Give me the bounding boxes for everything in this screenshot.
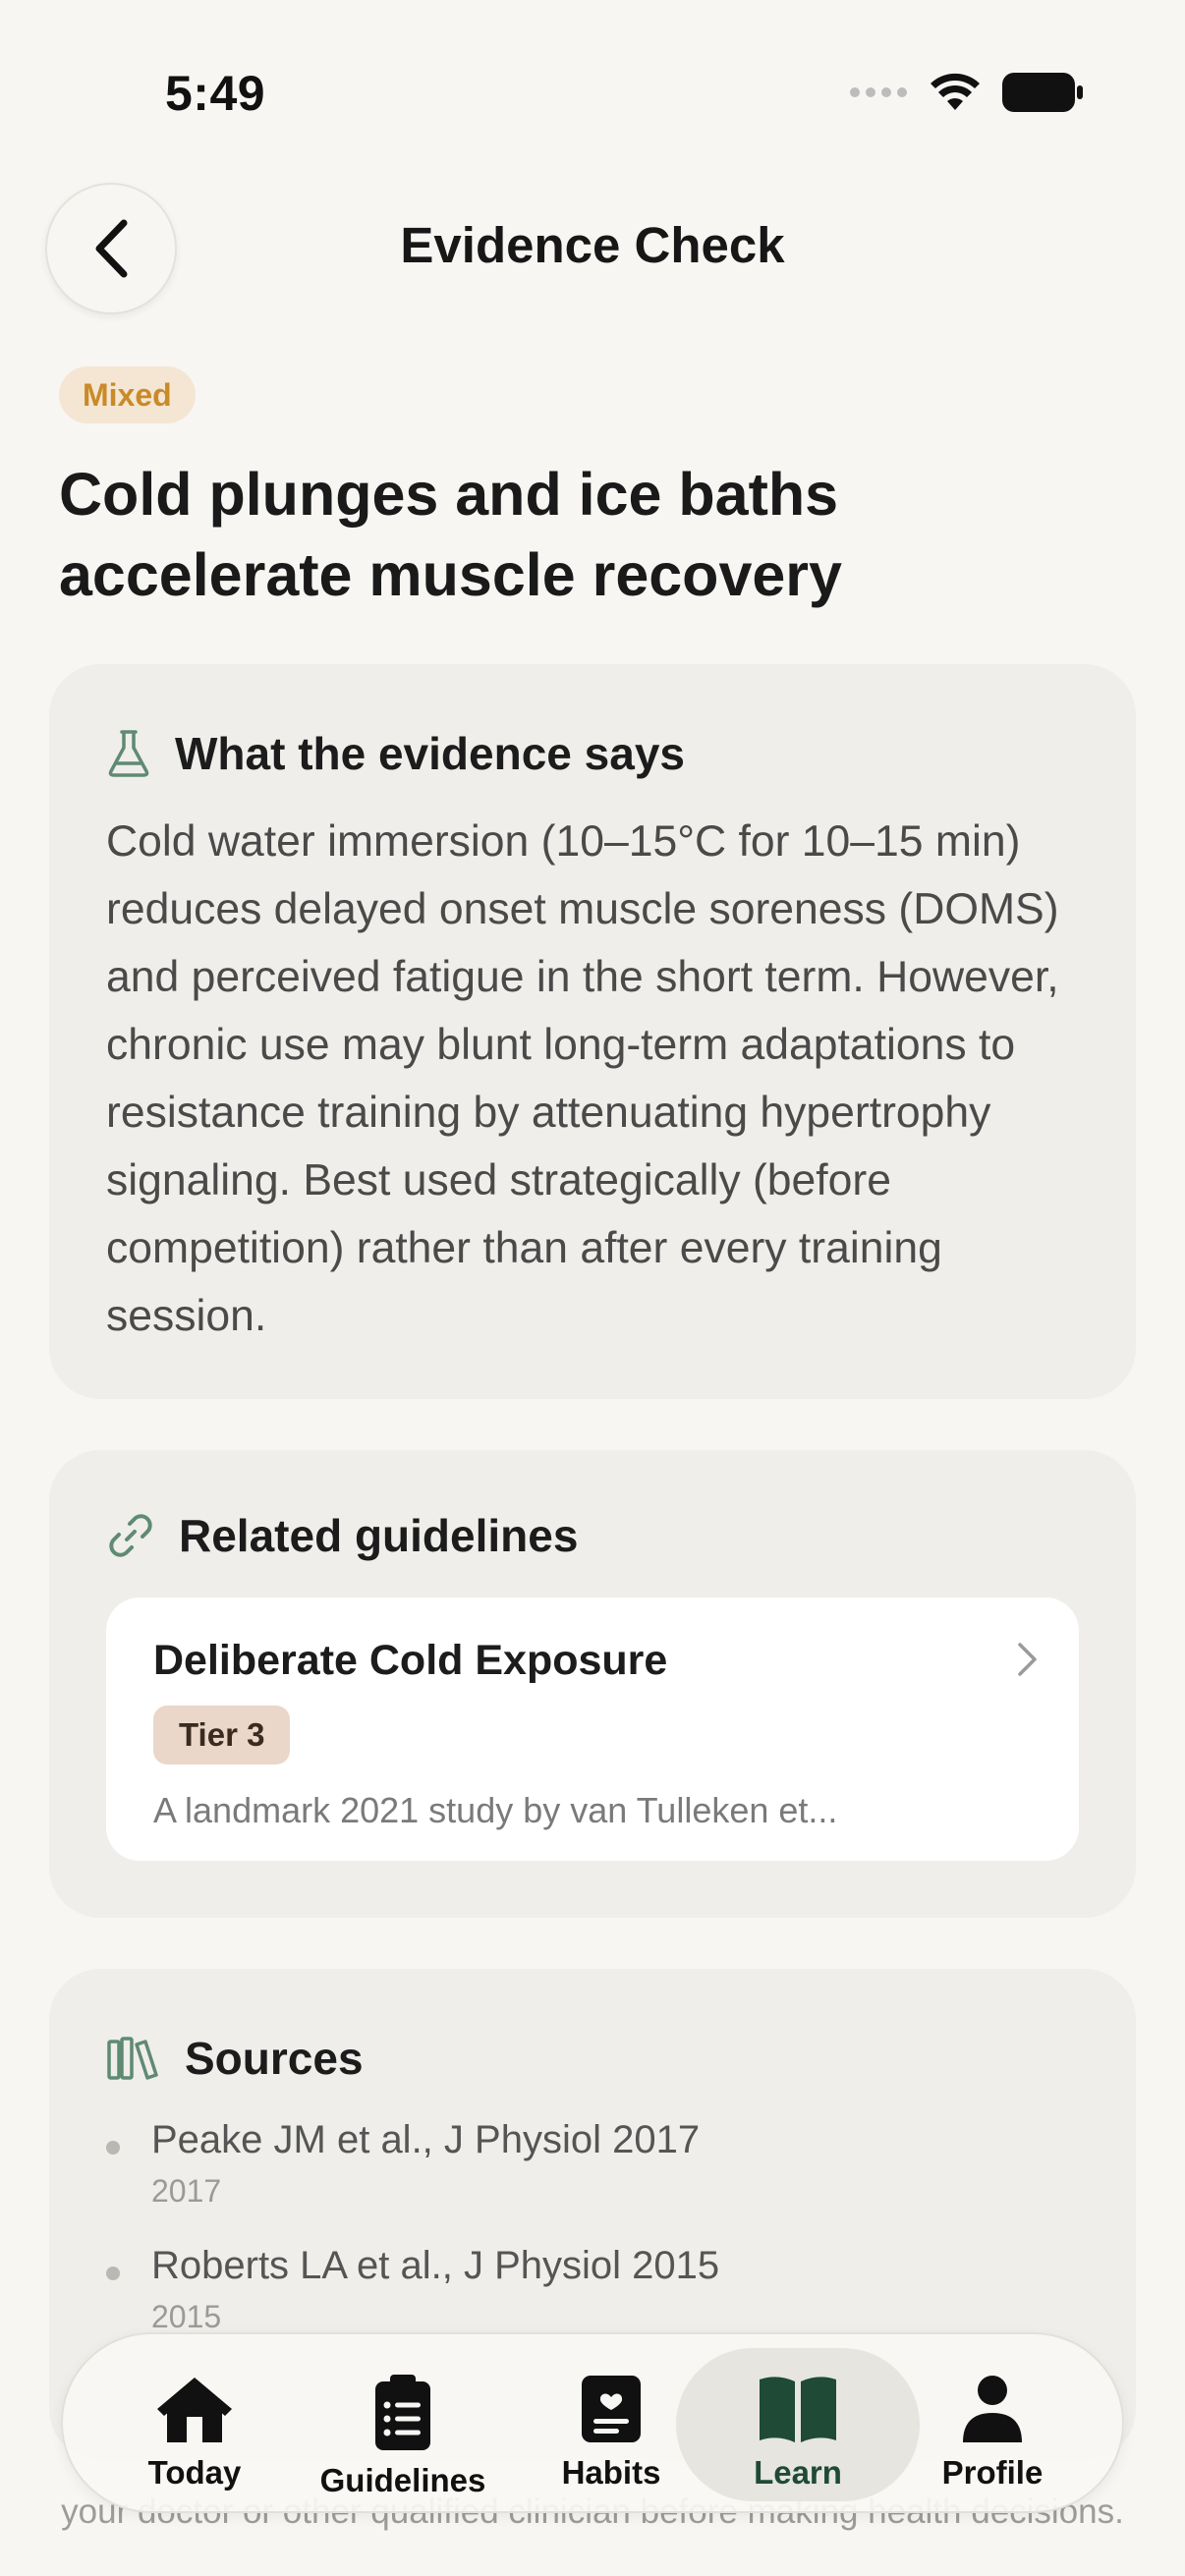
guideline-snippet: A landmark 2021 study by van Tulleken et… bbox=[153, 1790, 838, 1830]
tab-label: Today bbox=[147, 2454, 242, 2491]
bullet-icon bbox=[106, 2141, 120, 2155]
tier-badge: Tier 3 bbox=[153, 1706, 291, 1764]
related-heading: Related guidelines bbox=[179, 1510, 579, 1561]
tab-guidelines[interactable]: Guidelines bbox=[299, 2348, 507, 2501]
signal-icon bbox=[850, 87, 907, 97]
tab-learn[interactable]: Learn bbox=[676, 2348, 920, 2501]
sources-card-header: Sources bbox=[106, 2032, 364, 2085]
tab-bar: Today Guidelines Habits Learn Profile bbox=[61, 2332, 1124, 2513]
evidence-body: Cold water immersion (10–15°C for 10–15 … bbox=[106, 817, 1059, 1340]
source-title: Peake JM et al., J Physiol 2017 bbox=[151, 2118, 701, 2161]
source-year: 2015 bbox=[151, 2299, 222, 2334]
tab-label: Guidelines bbox=[319, 2462, 486, 2498]
sources-heading: Sources bbox=[185, 2033, 364, 2084]
person-icon bbox=[963, 2376, 1022, 2442]
guideline-item[interactable]: Deliberate Cold Exposure Tier 3 A landma… bbox=[106, 1597, 1079, 1861]
related-card-header: Related guidelines bbox=[106, 1509, 578, 1562]
tab-today[interactable]: Today bbox=[90, 2348, 299, 2501]
tab-profile[interactable]: Profile bbox=[888, 2348, 1097, 2501]
flask-icon bbox=[108, 730, 149, 777]
tab-label: Habits bbox=[561, 2454, 661, 2491]
wifi-icon bbox=[931, 73, 980, 110]
library-icon bbox=[107, 2037, 158, 2080]
clipboard-icon bbox=[375, 2375, 430, 2450]
source-year: 2017 bbox=[151, 2173, 222, 2209]
evidence-card-header: What the evidence says bbox=[106, 727, 685, 780]
status-time: 5:49 bbox=[165, 66, 266, 121]
claim-title: Cold plunges and ice baths accelerate mu… bbox=[59, 461, 842, 608]
book-icon bbox=[760, 2377, 836, 2442]
link-icon bbox=[109, 1514, 152, 1557]
tab-label: Profile bbox=[941, 2454, 1044, 2491]
related-guidelines-card: Related guidelines Deliberate Cold Expos… bbox=[49, 1450, 1136, 1918]
home-icon bbox=[157, 2378, 232, 2442]
evidence-card: What the evidence says Cold water immers… bbox=[49, 664, 1136, 1399]
guideline-title: Deliberate Cold Exposure bbox=[153, 1637, 668, 1684]
journal-icon bbox=[582, 2376, 641, 2442]
battery-icon bbox=[1002, 73, 1083, 112]
verdict-badge: Mixed bbox=[59, 366, 196, 423]
source-title: Roberts LA et al., J Physiol 2015 bbox=[151, 2244, 720, 2287]
status-bar: 5:49 bbox=[0, 0, 1185, 187]
tab-label: Learn bbox=[754, 2454, 842, 2491]
evidence-heading: What the evidence says bbox=[175, 728, 685, 779]
page-title: Evidence Check bbox=[400, 217, 785, 273]
bullet-icon bbox=[106, 2267, 120, 2280]
status-icons bbox=[849, 73, 1083, 112]
chevron-right-icon bbox=[1018, 1643, 1037, 1676]
